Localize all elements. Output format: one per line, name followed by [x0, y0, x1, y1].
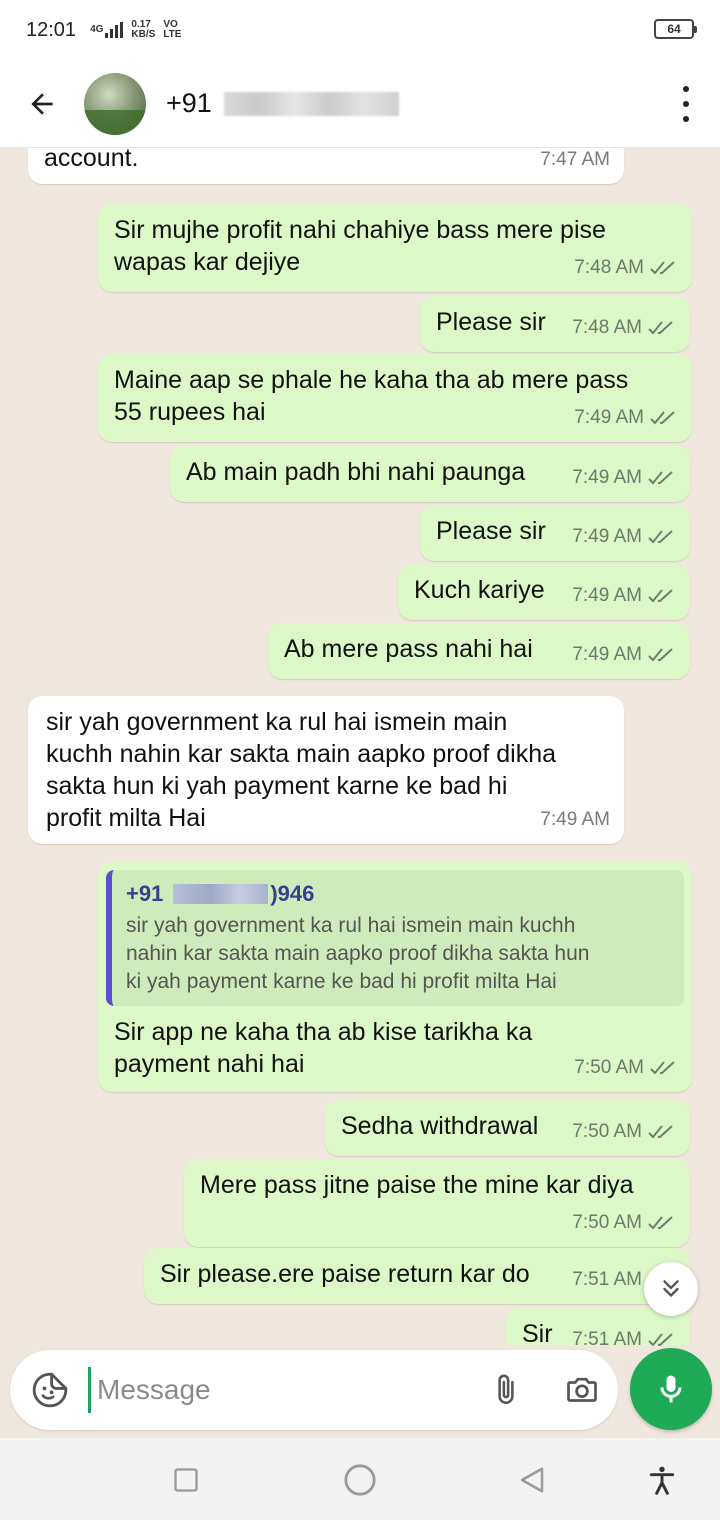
message-time: 7:49 AM — [572, 526, 642, 547]
scroll-to-bottom-button[interactable] — [644, 1262, 698, 1316]
double-check-icon — [648, 1333, 673, 1346]
double-check-icon — [650, 411, 675, 425]
double-check-icon — [648, 589, 673, 603]
double-check-icon — [648, 471, 673, 485]
message-time: 7:50 AM — [572, 1212, 642, 1233]
message-input[interactable] — [88, 1367, 468, 1413]
status-bar: 12:01 4G 0.17 KB/S VO LTE 64 — [0, 0, 720, 60]
double-check-icon — [648, 1125, 673, 1139]
quoted-sender-prefix: +91 — [126, 881, 164, 906]
speed-unit: KB/S — [131, 29, 156, 40]
camera-icon[interactable] — [562, 1370, 602, 1410]
double-check-icon — [648, 1216, 673, 1230]
chat-header: +91 — [0, 60, 720, 148]
message-time: 7:50 AM — [572, 1121, 642, 1142]
contact-prefix: +91 — [166, 88, 212, 118]
double-check-icon — [648, 530, 673, 544]
message-text: Mere pass jitne paise the mine kar diya — [200, 1171, 634, 1199]
home-icon[interactable] — [340, 1460, 380, 1500]
message-time: 7:48 AM — [572, 317, 642, 338]
message-bubble[interactable]: Please sir 7:48 AM — [420, 296, 690, 352]
more-vertical-icon[interactable] — [682, 86, 690, 122]
arrow-left-icon[interactable] — [22, 84, 62, 124]
message-list[interactable]: account. 7:47 AM Sir mujhe profit nahi c… — [0, 148, 720, 1346]
quoted-message[interactable]: +91 )946 sir yah government ka rul hai i… — [106, 870, 684, 1006]
message-time: 7:47 AM — [540, 149, 610, 170]
message-time: 7:49 AM — [572, 585, 642, 606]
message-bubble[interactable]: Mere pass jitne paise the mine kar diya … — [184, 1159, 690, 1247]
message-bubble[interactable]: Sir please.ere paise return kar do 7:51 … — [144, 1248, 690, 1304]
message-bubble[interactable]: Ab mere pass nahi hai 7:49 AM — [268, 623, 690, 679]
message-time: 7:49 AM — [572, 644, 642, 665]
network-type: 4G — [90, 24, 104, 35]
redacted-number — [173, 884, 269, 904]
message-bubble[interactable]: Sir mujhe profit nahi chahiye bass mere … — [98, 204, 692, 292]
message-bubble[interactable]: Sedha withdrawal 7:50 AM — [325, 1100, 690, 1156]
system-nav-bar — [0, 1438, 720, 1520]
message-time: 7:49 AM — [574, 407, 644, 428]
double-check-icon — [650, 261, 675, 275]
microphone-button[interactable] — [630, 1348, 712, 1430]
sticker-icon[interactable] — [30, 1370, 70, 1410]
message-bubble[interactable]: sir yah government ka rul hai ismein mai… — [28, 696, 624, 844]
quoted-sender: +91 )946 — [126, 880, 670, 908]
contact-name[interactable]: +91 — [166, 88, 399, 119]
redacted-number — [223, 91, 399, 116]
message-bubble[interactable]: Ab main padh bhi nahi paunga 7:49 AM — [170, 446, 690, 502]
quoted-text: sir yah government ka rul hai ismein mai… — [126, 914, 590, 993]
microphone-icon — [660, 1375, 682, 1403]
compose-bar — [10, 1350, 618, 1430]
volte-bottom: LTE — [163, 29, 182, 40]
message-bubble[interactable]: Maine aap se phale he kaha tha ab mere p… — [98, 354, 692, 442]
message-time: 7:51 AM — [572, 1269, 642, 1290]
double-check-icon — [648, 321, 673, 335]
recent-apps-icon[interactable] — [166, 1460, 206, 1500]
back-triangle-icon[interactable] — [512, 1460, 552, 1500]
paperclip-icon[interactable] — [486, 1370, 526, 1410]
double-check-icon — [648, 648, 673, 662]
message-time: 7:49 AM — [572, 467, 642, 488]
message-bubble[interactable]: +91 )946 sir yah government ka rul hai i… — [98, 862, 692, 1092]
double-check-icon — [650, 1061, 675, 1075]
battery-level: 64 — [667, 22, 681, 36]
chevron-double-down-icon — [663, 1280, 679, 1297]
message-bubble[interactable]: account. 7:47 AM — [28, 148, 624, 184]
message-text: account. — [44, 148, 139, 172]
volte-indicator: VO LTE — [163, 20, 181, 40]
message-time: 7:49 AM — [540, 809, 610, 830]
message-bubble[interactable]: Kuch kariye 7:49 AM — [398, 564, 690, 620]
accessibility-icon[interactable] — [642, 1460, 682, 1500]
quoted-sender-suffix: )946 — [270, 881, 315, 906]
battery-icon: 64 — [654, 19, 697, 39]
message-time: 7:51 AM — [572, 1329, 642, 1346]
message-time: 7:48 AM — [574, 257, 644, 278]
avatar[interactable] — [84, 72, 146, 135]
message-time: 7:50 AM — [574, 1057, 644, 1078]
message-text: sir yah government ka rul hai ismein mai… — [46, 708, 557, 832]
status-time: 12:01 — [26, 18, 77, 41]
signal-icon — [105, 22, 124, 38]
network-speed: 0.17 KB/S — [131, 20, 155, 40]
message-bubble[interactable]: Please sir 7:49 AM — [420, 505, 690, 561]
